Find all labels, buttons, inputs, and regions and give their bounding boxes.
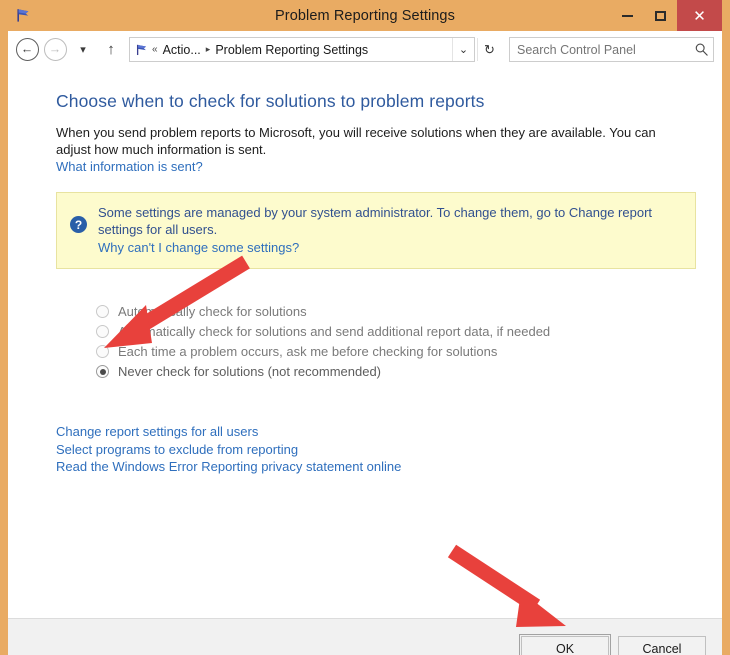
forward-button[interactable]: → <box>42 37 68 63</box>
related-links: Change report settings for all users Sel… <box>56 423 698 476</box>
minimize-button[interactable] <box>611 0 644 31</box>
search-icon[interactable] <box>689 42 713 57</box>
page-title: Choose when to check for solutions to pr… <box>56 91 485 111</box>
ok-button[interactable]: OK <box>519 634 611 655</box>
admin-notice-message: Some settings are managed by your system… <box>98 205 653 237</box>
refresh-button[interactable]: ↻ <box>477 38 501 61</box>
content-inner: Choose when to check for solutions to pr… <box>8 91 722 476</box>
radio-option-automatic-check-with-data[interactable]: Automatically check for solutions and se… <box>96 322 698 341</box>
navigation-bar: ← → ▾ ↑ « Actio... ▸ Problem Reporting S… <box>8 31 722 69</box>
admin-notice-body: Some settings are managed by your system… <box>98 204 683 257</box>
radio-option-never-check[interactable]: Never check for solutions (not recommend… <box>96 362 698 381</box>
radio-option-label: Never check for solutions (not recommend… <box>118 364 382 379</box>
breadcrumb-item-current[interactable]: Problem Reporting Settings <box>215 43 368 57</box>
back-arrow-icon: ← <box>15 38 39 61</box>
radio-icon <box>96 325 109 338</box>
content-area: Choose when to check for solutions to pr… <box>8 69 722 618</box>
select-programs-to-exclude-link[interactable]: Select programs to exclude from reportin… <box>56 441 698 459</box>
admin-notice-banner: ? Some settings are managed by your syst… <box>56 192 696 269</box>
dialog-footer: OK Cancel <box>8 618 722 655</box>
address-dropdown-button[interactable]: ⌄ <box>452 38 474 61</box>
radio-option-label: Automatically check for solutions and se… <box>118 324 551 339</box>
intro-paragraph: When you send problem reports to Microso… <box>56 125 656 157</box>
radio-option-label: Each time a problem occurs, ask me befor… <box>118 344 498 359</box>
up-arrow-icon: ↑ <box>107 41 115 58</box>
what-information-is-sent-link[interactable]: What information is sent? <box>56 158 203 175</box>
solution-check-options: Automatically check for solutions Automa… <box>96 302 698 381</box>
radio-option-automatic-check[interactable]: Automatically check for solutions <box>96 302 698 321</box>
forward-arrow-icon: → <box>43 38 67 61</box>
close-button[interactable]: ✕ <box>677 0 722 31</box>
chevron-down-icon: ▾ <box>80 44 86 56</box>
title-bar: Problem Reporting Settings ✕ <box>8 0 722 31</box>
search-box[interactable] <box>509 37 714 62</box>
search-input[interactable] <box>510 41 689 58</box>
recent-locations-button[interactable]: ▾ <box>70 37 96 63</box>
breadcrumb-item-action-center[interactable]: Actio... <box>163 43 201 57</box>
maximize-button[interactable] <box>644 0 677 31</box>
chevron-right-icon[interactable]: ▸ <box>206 44 211 55</box>
radio-option-ask-each-time[interactable]: Each time a problem occurs, ask me befor… <box>96 342 698 361</box>
window-controls: ✕ <box>611 0 722 31</box>
help-icon: ? <box>70 216 87 233</box>
cancel-button[interactable]: Cancel <box>618 636 706 655</box>
radio-option-label: Automatically check for solutions <box>118 304 307 319</box>
breadcrumb: « Actio... ▸ Problem Reporting Settings <box>152 43 452 57</box>
address-bar[interactable]: « Actio... ▸ Problem Reporting Settings … <box>129 37 475 62</box>
radio-icon <box>96 305 109 318</box>
why-cant-i-change-settings-link[interactable]: Why can't I change some settings? <box>98 239 299 256</box>
back-button[interactable]: ← <box>14 37 40 63</box>
radio-icon-selected <box>96 365 109 378</box>
action-center-flag-icon <box>10 7 36 24</box>
up-one-level-button[interactable]: ↑ <box>98 37 124 63</box>
radio-icon <box>96 345 109 358</box>
change-report-settings-link[interactable]: Change report settings for all users <box>56 423 698 441</box>
breadcrumb-overflow-icon[interactable]: « <box>152 44 158 55</box>
control-panel-window: Problem Reporting Settings ✕ ← → ▾ ↑ « A… <box>0 0 730 655</box>
privacy-statement-link[interactable]: Read the Windows Error Reporting privacy… <box>56 458 698 476</box>
address-flag-icon <box>130 43 152 57</box>
